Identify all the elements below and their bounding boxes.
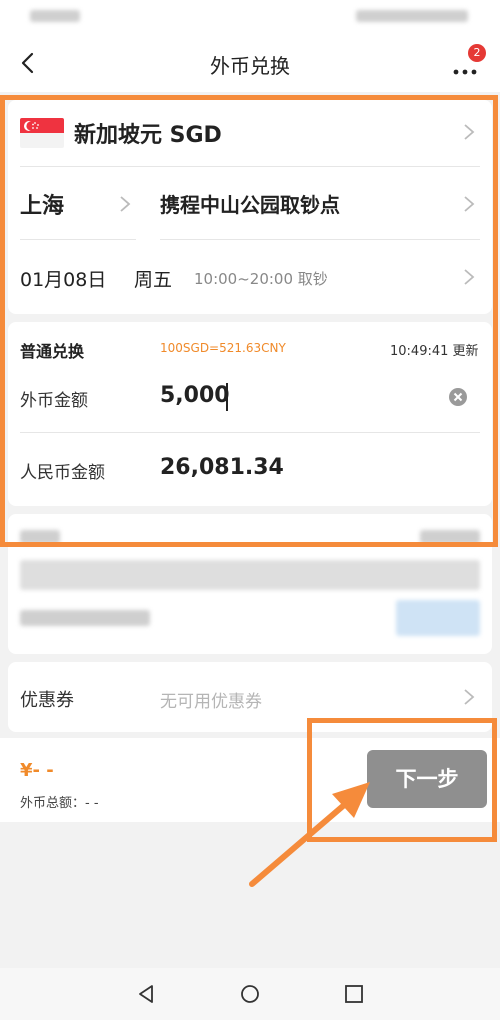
foreign-amount-label: 外币金额 xyxy=(20,391,88,411)
status-right-blur xyxy=(356,10,468,22)
coupon-label: 优惠券 xyxy=(20,690,74,711)
chevron-right-icon xyxy=(464,124,475,140)
city-name: 上海 xyxy=(20,194,65,219)
blurred-text xyxy=(20,530,60,544)
coupon-row[interactable]: 优惠券 无可用优惠券 xyxy=(8,662,492,732)
system-home-icon[interactable] xyxy=(238,982,262,1006)
clear-icon[interactable] xyxy=(448,387,468,407)
pickup-date: 01月08日 xyxy=(20,269,107,291)
blurred-badge xyxy=(396,600,480,636)
total-price: ¥- - xyxy=(20,760,54,781)
notification-badge: 2 xyxy=(468,44,486,62)
pickup-time-row[interactable]: 01月08日 周五 10:00~20:00 取钞 xyxy=(8,240,492,314)
coupon-value: 无可用优惠券 xyxy=(160,692,262,712)
text-cursor xyxy=(226,383,228,411)
foreign-amount-input[interactable]: 5,000 xyxy=(158,376,448,418)
exchange-details-card: 新加坡元 SGD 上海 携程中山公园取钞点 01月08日 周五 10:00~20… xyxy=(8,100,492,314)
chevron-right-icon xyxy=(464,196,475,212)
status-left-blur xyxy=(30,10,80,22)
foreign-amount-value: 5,000 xyxy=(160,383,230,408)
page-title: 外币兑换 xyxy=(210,54,290,78)
update-time: 10:49:41 更新 xyxy=(390,344,479,359)
next-step-button[interactable]: 下一步 xyxy=(367,750,487,808)
divider xyxy=(20,432,480,433)
chevron-right-icon xyxy=(120,196,131,212)
blurred-info-card xyxy=(8,514,492,654)
currency-name: 新加坡元 SGD xyxy=(74,123,222,148)
pickup-point-selector[interactable]: 携程中山公园取钞点 xyxy=(148,167,492,239)
cny-amount-label: 人民币金额 xyxy=(20,463,105,483)
chevron-right-icon xyxy=(464,269,475,285)
nav-bar: 外币兑换 xyxy=(0,36,500,92)
blurred-text xyxy=(420,530,480,544)
blurred-text xyxy=(20,560,480,590)
pickup-weekday: 周五 xyxy=(134,269,173,291)
pickup-hours: 10:00~20:00 取钞 xyxy=(194,270,328,288)
foreign-total: 外币总额：- - xyxy=(20,796,99,811)
blurred-text xyxy=(20,610,150,626)
system-nav-bar xyxy=(0,968,500,1020)
system-back-icon[interactable] xyxy=(134,982,158,1006)
exchange-rate: 100SGD=521.63CNY xyxy=(160,341,286,355)
chevron-right-icon xyxy=(464,689,475,705)
system-recents-icon[interactable] xyxy=(342,982,366,1006)
exchange-type-label: 普通兑换 xyxy=(20,342,85,361)
status-bar xyxy=(0,0,500,36)
exchange-amount-card: 普通兑换 100SGD=521.63CNY 10:49:41 更新 外币金额 5… xyxy=(8,322,492,506)
currency-row[interactable]: 新加坡元 SGD xyxy=(8,100,492,166)
singapore-flag-icon xyxy=(20,118,64,148)
cny-amount-value: 26,081.34 xyxy=(160,455,284,480)
city-selector[interactable]: 上海 xyxy=(8,167,138,239)
pickup-point-name: 携程中山公园取钞点 xyxy=(160,193,340,217)
